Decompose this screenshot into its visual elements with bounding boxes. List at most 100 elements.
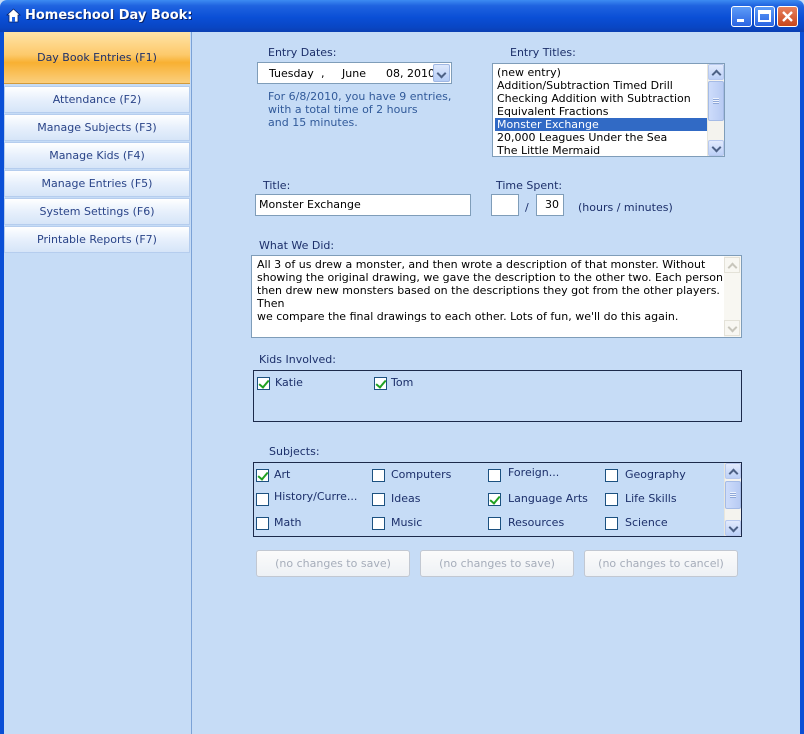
subject-checkbox-music[interactable]	[372, 517, 385, 530]
what-we-did-text: All 3 of us drew a monster, and then wro…	[257, 258, 723, 323]
text-line: showing the original drawing, we gave th…	[257, 271, 723, 284]
save-button[interactable]: (no changes to save)	[256, 550, 410, 577]
subject-name: Geography	[625, 468, 686, 481]
scroll-thumb[interactable]	[725, 481, 741, 509]
kids-group: Katie Tom	[253, 370, 742, 422]
minimize-button[interactable]	[731, 6, 752, 27]
sidebar-item-manage-subjects[interactable]: Manage Subjects (F3)	[4, 114, 190, 141]
window-title: Homeschool Day Book:	[25, 8, 193, 23]
title-input[interactable]: Monster Exchange	[255, 194, 471, 216]
list-item[interactable]: 20,000 Leagues Under the Sea	[495, 131, 707, 144]
sidebar-item-label: Manage Entries (F5)	[41, 177, 153, 190]
sidebar-item-system-settings[interactable]: System Settings (F6)	[4, 198, 190, 225]
list-scrollbar[interactable]	[707, 64, 724, 156]
subject-name: Art	[274, 468, 291, 481]
hours-input[interactable]	[491, 194, 519, 216]
sidebar: Day Book Entries (F1) Attendance (F2) Ma…	[4, 32, 192, 734]
subject-name: Resources	[508, 516, 565, 529]
title-bar: Homeschool Day Book:	[0, 0, 804, 32]
sidebar-item-printable-reports[interactable]: Printable Reports (F7)	[4, 226, 190, 253]
what-we-did-label: What We Did:	[259, 239, 335, 252]
list-item[interactable]: (new entry)	[495, 66, 707, 79]
list-item[interactable]: Addition/Subtraction Timed Drill	[495, 79, 707, 92]
scroll-thumb[interactable]	[708, 81, 724, 121]
sidebar-item-label: Printable Reports (F7)	[37, 233, 157, 246]
close-icon	[782, 11, 793, 22]
scroll-down-icon[interactable]	[725, 520, 741, 536]
maximize-icon	[758, 10, 771, 22]
title-label: Title:	[263, 179, 291, 192]
subject-checkbox-geography[interactable]	[605, 469, 618, 482]
entries-summary-line: and 15 minutes.	[268, 116, 358, 129]
subject-checkbox-language-arts[interactable]	[488, 493, 501, 506]
entry-titles-list[interactable]: (new entry) Addition/Subtraction Timed D…	[492, 63, 725, 157]
kid-name: Tom	[391, 376, 414, 389]
chevron-down-icon[interactable]	[433, 64, 450, 82]
sidebar-item-label: Attendance (F2)	[52, 93, 142, 106]
list-item[interactable]: Equivalent Fractions	[495, 105, 707, 118]
kid-checkbox-katie[interactable]	[257, 377, 270, 390]
date-month: June	[342, 67, 366, 80]
subject-checkbox-foreign[interactable]	[488, 469, 501, 482]
entry-date-picker[interactable]: Tuesday , June 08, 2010	[257, 62, 452, 84]
scroll-down-icon[interactable]	[724, 320, 740, 336]
subjects-scrollbar[interactable]	[724, 463, 741, 536]
time-units-label: (hours / minutes)	[578, 201, 673, 214]
subject-checkbox-computers[interactable]	[372, 469, 385, 482]
subjects-group: Art Computers Foreign... Geography Histo…	[253, 462, 742, 537]
subject-name: Life Skills	[625, 492, 677, 505]
subject-checkbox-science[interactable]	[605, 517, 618, 530]
subject-checkbox-math[interactable]	[256, 517, 269, 530]
subject-checkbox-ideas[interactable]	[372, 493, 385, 506]
subject-name: History/Curre...	[274, 490, 358, 503]
sidebar-item-label: Manage Subjects (F3)	[37, 121, 157, 134]
subject-checkbox-resources[interactable]	[488, 517, 501, 530]
what-we-did-textarea[interactable]: All 3 of us drew a monster, and then wro…	[251, 255, 742, 338]
scroll-up-icon[interactable]	[724, 257, 740, 273]
list-item[interactable]: Checking Addition with Subtraction	[495, 92, 707, 105]
sidebar-item-day-book-entries[interactable]: Day Book Entries (F1)	[4, 32, 190, 84]
date-day-year: 08, 2010	[386, 67, 435, 80]
textarea-scrollbar[interactable]	[724, 256, 741, 337]
subject-checkbox-life-skills[interactable]	[605, 493, 618, 506]
entry-titles-label: Entry Titles:	[510, 46, 576, 59]
date-separator: ,	[321, 67, 325, 80]
list-item-selected[interactable]: Monster Exchange	[495, 118, 707, 131]
kids-involved-label: Kids Involved:	[259, 353, 336, 366]
subject-checkbox-art[interactable]	[256, 469, 269, 482]
home-icon	[6, 8, 21, 23]
subject-name: Science	[625, 516, 668, 529]
save-button-secondary[interactable]: (no changes to save)	[420, 550, 574, 577]
subject-name: Foreign...	[508, 466, 560, 479]
subjects-label: Subjects:	[269, 445, 320, 458]
subject-name: Music	[391, 516, 423, 529]
time-separator: /	[525, 201, 529, 214]
cancel-button[interactable]: (no changes to cancel)	[584, 550, 738, 577]
sidebar-item-label: Manage Kids (F4)	[49, 149, 145, 162]
kid-checkbox-tom[interactable]	[374, 377, 387, 390]
sidebar-item-attendance[interactable]: Attendance (F2)	[4, 86, 190, 113]
scroll-down-icon[interactable]	[708, 140, 724, 156]
text-line: we compare the final drawings to each ot…	[257, 310, 679, 323]
subject-name: Language Arts	[508, 492, 588, 505]
minutes-input[interactable]: 30	[536, 194, 564, 216]
date-weekday: Tuesday	[269, 67, 314, 80]
text-line: All 3 of us drew a monster, and then wro…	[257, 258, 706, 271]
scroll-up-icon[interactable]	[708, 64, 724, 80]
window-frame-right	[800, 32, 804, 734]
scroll-up-icon[interactable]	[725, 463, 741, 479]
time-spent-label: Time Spent:	[496, 179, 563, 192]
maximize-button[interactable]	[754, 6, 775, 27]
sidebar-item-manage-entries[interactable]: Manage Entries (F5)	[4, 170, 190, 197]
subject-name: Computers	[391, 468, 452, 481]
kid-name: Katie	[275, 376, 303, 389]
sidebar-item-label: System Settings (F6)	[39, 205, 155, 218]
sidebar-item-manage-kids[interactable]: Manage Kids (F4)	[4, 142, 190, 169]
entries-summary-line: For 6/8/2010, you have 9 entries,	[268, 90, 452, 103]
close-button[interactable]	[777, 6, 798, 27]
subject-checkbox-history[interactable]	[256, 493, 269, 506]
entry-dates-label: Entry Dates:	[268, 46, 337, 59]
entries-summary-line: with a total time of 2 hours	[268, 103, 418, 116]
list-item[interactable]: The Little Mermaid	[495, 144, 707, 156]
subject-name: Ideas	[391, 492, 421, 505]
